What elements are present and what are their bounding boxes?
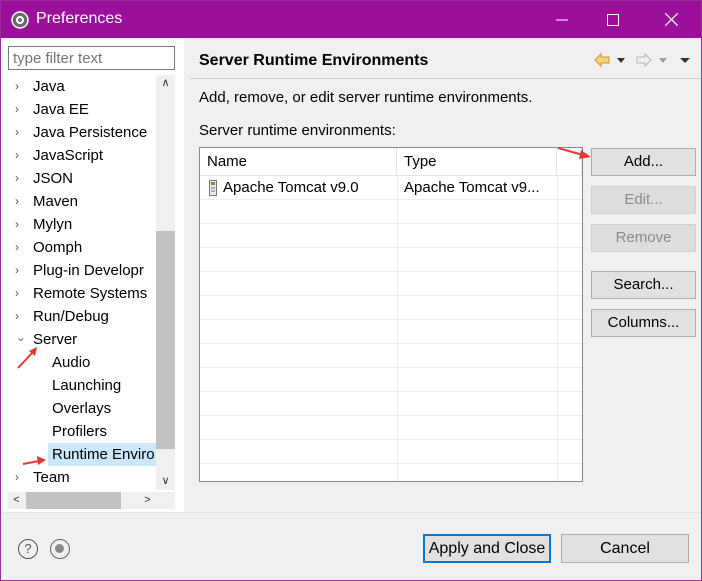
runtime-environments-table[interactable]: Name Type Apache Tomcat v9.0 Apache Tomc…	[199, 147, 583, 482]
chevron-right-icon[interactable]: ›	[15, 167, 27, 190]
add-button[interactable]: Add...	[591, 148, 696, 176]
tree-item-java-persistence[interactable]: › Java Persistence	[8, 121, 156, 144]
chevron-right-icon[interactable]: ›	[15, 213, 27, 236]
forward-menu-icon[interactable]	[658, 50, 668, 70]
tree-item-maven[interactable]: › Maven	[8, 190, 156, 213]
filter-input[interactable]	[8, 46, 175, 70]
forward-arrow-icon[interactable]	[636, 50, 652, 70]
scroll-right-icon[interactable]: >	[139, 492, 156, 509]
tree-item-java-ee[interactable]: › Java EE	[8, 98, 156, 121]
dialog-button-bar: ? Apply and Close Cancel	[1, 512, 701, 580]
table-row	[200, 344, 582, 368]
tree-item-java[interactable]: › Java	[8, 75, 156, 98]
tree-item-javascript[interactable]: › JavaScript	[8, 144, 156, 167]
table-row	[200, 272, 582, 296]
chevron-right-icon[interactable]: ›	[15, 75, 27, 98]
search-button[interactable]: Search...	[591, 271, 696, 299]
scroll-up-icon[interactable]: ∧	[156, 75, 175, 92]
table-row	[200, 224, 582, 248]
scroll-left-icon[interactable]: <	[8, 492, 25, 509]
tree-vertical-scrollbar[interactable]: ∧ ∨	[156, 75, 175, 490]
gear-icon	[11, 11, 29, 29]
tree-item-launching[interactable]: Launching	[8, 374, 156, 397]
header-separator	[190, 78, 701, 79]
back-menu-icon[interactable]	[616, 50, 626, 70]
page-title: Server Runtime Environments	[199, 52, 429, 69]
preferences-window: Preferences ›Java ›Java EE ›Java Persist…	[0, 0, 702, 581]
help-icon[interactable]: ?	[18, 539, 38, 559]
runtime-list-label: Server runtime environments:	[199, 122, 396, 139]
scrollbar-thumb[interactable]	[26, 492, 121, 509]
chevron-right-icon[interactable]: ›	[15, 305, 27, 328]
table-row	[200, 440, 582, 464]
back-arrow-icon[interactable]	[594, 50, 610, 70]
table-row[interactable]: Apache Tomcat v9.0 Apache Tomcat v9...	[200, 176, 582, 200]
minimize-button[interactable]	[539, 1, 585, 38]
runtime-type: Apache Tomcat v9...	[404, 179, 540, 196]
column-header-type[interactable]: Type	[397, 148, 557, 176]
preferences-tree-pane: ›Java ›Java EE ›Java Persistence ›JavaSc…	[1, 38, 184, 512]
tree-item-json[interactable]: › JSON	[8, 167, 156, 190]
table-row	[200, 200, 582, 224]
column-header-name[interactable]: Name	[200, 148, 397, 176]
annotation-arrow-icon	[17, 347, 37, 369]
scrollbar-thumb[interactable]	[156, 231, 175, 449]
record-icon[interactable]	[50, 539, 70, 559]
title-bar: Preferences	[1, 1, 701, 38]
chevron-right-icon[interactable]: ›	[15, 282, 27, 305]
tree-item-oomph[interactable]: › Oomph	[8, 236, 156, 259]
tree-item-mylyn[interactable]: › Mylyn	[8, 213, 156, 236]
chevron-down-icon[interactable]: ›	[10, 334, 33, 346]
table-row	[200, 320, 582, 344]
tomcat-server-icon	[209, 180, 217, 196]
dialog-client-area: ›Java ›Java EE ›Java Persistence ›JavaSc…	[1, 38, 701, 580]
remove-button[interactable]: Remove	[591, 224, 696, 252]
column-divider	[557, 176, 558, 481]
tree-horizontal-scrollbar[interactable]: < >	[8, 492, 156, 509]
chevron-right-icon[interactable]: ›	[15, 121, 27, 144]
column-divider	[397, 176, 398, 481]
maximize-button[interactable]	[590, 1, 636, 38]
table-row	[200, 368, 582, 392]
chevron-right-icon[interactable]: ›	[15, 236, 27, 259]
table-row	[200, 248, 582, 272]
tree-item-profilers[interactable]: Profilers	[8, 420, 156, 443]
scroll-down-icon[interactable]: ∨	[156, 473, 175, 490]
edit-button[interactable]: Edit...	[591, 186, 696, 214]
table-row	[200, 416, 582, 440]
runtime-name: Apache Tomcat v9.0	[223, 179, 359, 196]
columns-button[interactable]: Columns...	[591, 309, 696, 337]
window-title: Preferences	[36, 10, 123, 27]
maximize-icon	[607, 13, 619, 26]
annotation-arrow-icon	[22, 456, 46, 465]
chevron-right-icon[interactable]: ›	[15, 190, 27, 213]
tree-item-run-debug[interactable]: › Run/Debug	[8, 305, 156, 328]
tree-item-plugin-development[interactable]: › Plug-in Developr	[8, 259, 156, 282]
view-menu-icon[interactable]	[679, 50, 691, 70]
chevron-right-icon[interactable]: ›	[15, 144, 27, 167]
apply-and-close-button[interactable]: Apply and Close	[423, 534, 551, 563]
chevron-right-icon[interactable]: ›	[15, 466, 27, 489]
page-description: Add, remove, or edit server runtime envi…	[199, 89, 533, 106]
tree-item-remote-systems[interactable]: › Remote Systems	[8, 282, 156, 305]
chevron-right-icon[interactable]: ›	[15, 259, 27, 282]
tree-item-overlays[interactable]: Overlays	[8, 397, 156, 420]
preferences-tree: › Java › Java EE › Java Persistence › JavaSc…	[8, 75, 156, 490]
close-icon	[664, 13, 678, 26]
close-button[interactable]	[648, 1, 694, 38]
table-row	[200, 296, 582, 320]
chevron-right-icon[interactable]: ›	[15, 98, 27, 121]
tree-item-team[interactable]: › Team	[8, 466, 156, 489]
minimize-icon	[556, 19, 568, 20]
cancel-button[interactable]: Cancel	[561, 534, 689, 563]
preference-page: Server Runtime Environments Add, remove,…	[190, 38, 701, 512]
scrollbar-corner	[156, 492, 175, 509]
table-row	[200, 392, 582, 416]
annotation-arrow-icon	[557, 147, 591, 159]
